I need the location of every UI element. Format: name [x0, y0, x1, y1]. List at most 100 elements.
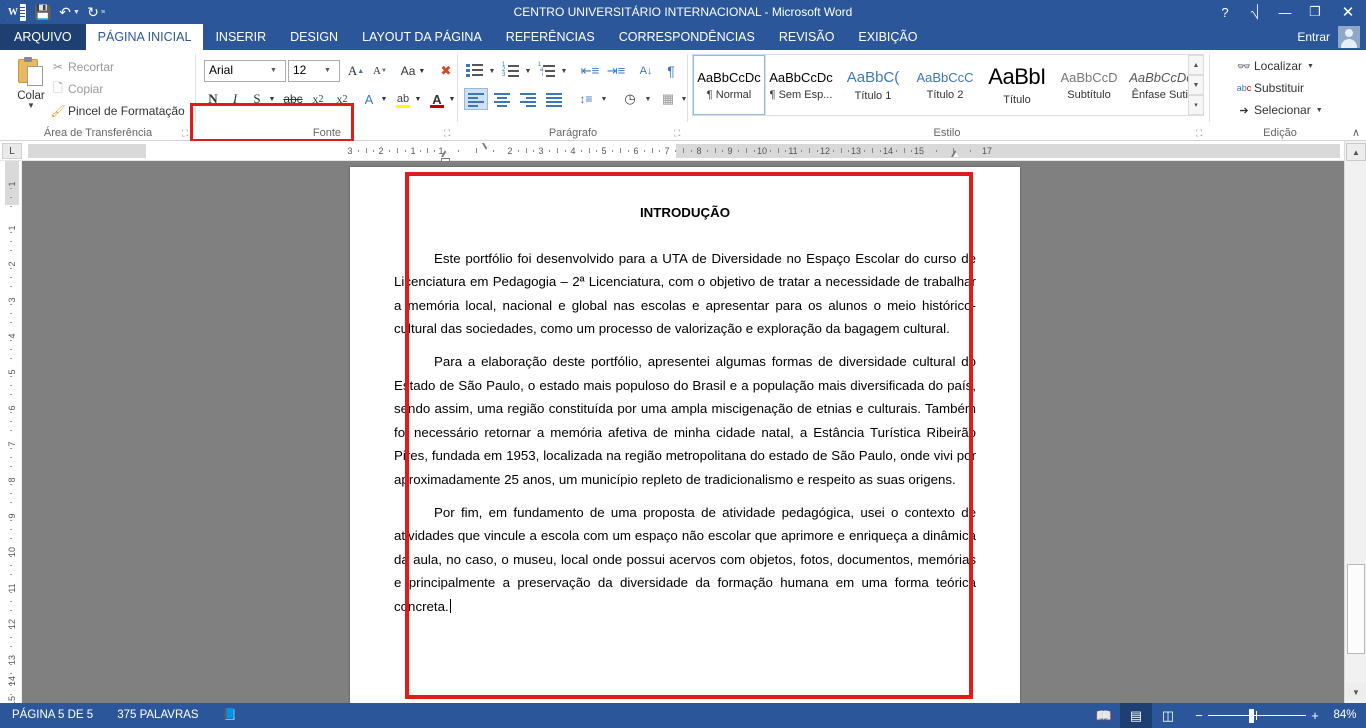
paragraph-dialog-launcher-icon[interactable]: ⛶ — [674, 128, 684, 138]
zoom-in-button[interactable]: + — [1306, 708, 1324, 723]
tab-pagina-inicial[interactable]: PÁGINA INICIAL — [85, 24, 204, 50]
tab-layout-da-pagina[interactable]: LAYOUT DA PÁGINA — [350, 24, 494, 50]
line-spacing-icon[interactable]: ↕≡ — [574, 88, 598, 110]
grow-font-icon[interactable]: A ▲ — [344, 60, 368, 82]
tab-exibicao[interactable]: EXIBIÇÃO — [846, 24, 929, 50]
bullets-icon[interactable] — [464, 60, 486, 82]
underline-icon[interactable]: S — [246, 88, 268, 110]
word-count[interactable]: 375 PALAVRAS — [105, 703, 210, 728]
tab-referencias[interactable]: REFERÊNCIAS — [494, 24, 607, 50]
show-formatting-marks-icon[interactable]: ¶ — [660, 60, 682, 82]
proofing-errors-icon[interactable]: 📘 — [211, 703, 249, 728]
zoom-slider-thumb[interactable] — [1249, 709, 1254, 723]
numbering-dropdown-icon[interactable]: ▼ — [522, 60, 534, 82]
print-layout-icon[interactable]: ▤ — [1120, 703, 1152, 728]
find-button[interactable]: 👓 Localizar ▼ — [1234, 56, 1314, 76]
align-left-icon[interactable] — [464, 88, 488, 110]
shading-icon[interactable]: ◷ — [618, 88, 642, 110]
zoom-percentage[interactable]: 84% — [1324, 703, 1366, 728]
styles-more-icon[interactable]: ▾ — [1188, 95, 1204, 115]
zoom-out-button[interactable]: − — [1190, 708, 1208, 723]
format-painter-button[interactable]: 🖌 Pincel de Formatação — [48, 101, 184, 121]
scroll-down-icon[interactable]: ▼ — [1346, 683, 1366, 701]
zoom-control[interactable]: − + 84% — [1190, 703, 1366, 728]
avatar[interactable] — [1338, 26, 1360, 48]
web-layout-icon[interactable]: ◫ — [1152, 703, 1184, 728]
replace-button[interactable]: abc Substituir — [1234, 78, 1304, 98]
align-center-icon[interactable] — [490, 88, 514, 110]
first-line-indent-marker[interactable] — [482, 143, 491, 150]
multilevel-list-dropdown-icon[interactable]: ▼ — [558, 60, 570, 82]
style-item-sem-espacamento[interactable]: AaBbCcDc ¶ Sem Esp... — [765, 55, 837, 115]
horizontal-ruler-strip[interactable]: 3 2 1 1 2 3 4 5 6 7 8 9 10 11 12 13 14 15 17 — [28, 144, 1340, 158]
change-case-icon[interactable]: Aa ▼ — [396, 60, 430, 82]
text-effects-icon[interactable]: A — [358, 88, 380, 110]
bold-icon[interactable]: N — [202, 88, 224, 110]
tab-revisao[interactable]: REVISÃO — [767, 24, 847, 50]
paste-dropdown-icon[interactable]: ▼ — [27, 102, 35, 110]
document-page[interactable]: INTRODUÇÃO Este portfólio foi desenvolvi… — [350, 167, 1020, 703]
close-icon[interactable]: ✕ — [1330, 0, 1366, 24]
sign-in-link[interactable]: Entrar — [1297, 30, 1330, 44]
read-mode-icon[interactable]: 📖 — [1088, 703, 1120, 728]
zoom-slider[interactable] — [1208, 703, 1306, 728]
text-effects-dropdown-icon[interactable]: ▼ — [378, 88, 390, 110]
underline-dropdown-icon[interactable]: ▼ — [266, 88, 278, 110]
numbering-icon[interactable]: 123 — [500, 60, 522, 82]
vertical-scrollbar[interactable]: ▲ ▼ — [1344, 141, 1366, 703]
page-indicator[interactable]: PÁGINA 5 DE 5 — [0, 703, 105, 728]
font-color-icon[interactable]: A — [426, 88, 448, 110]
bullets-dropdown-icon[interactable]: ▼ — [486, 60, 498, 82]
tab-stop-selector[interactable]: L — [2, 143, 22, 159]
right-indent-marker[interactable] — [951, 150, 960, 157]
document-canvas[interactable]: INTRODUÇÃO Este portfólio foi desenvolvi… — [22, 161, 1344, 703]
styles-dialog-launcher-icon[interactable]: ⛶ — [1196, 128, 1206, 138]
line-spacing-dropdown-icon[interactable]: ▼ — [598, 88, 610, 110]
tab-inserir[interactable]: INSERIR — [203, 24, 278, 50]
align-right-icon[interactable] — [516, 88, 540, 110]
increase-indent-icon[interactable]: ⇥≡ — [604, 60, 628, 82]
borders-icon[interactable]: ▦ — [656, 88, 680, 110]
scrollbar-thumb[interactable] — [1347, 564, 1365, 654]
text-highlight-icon[interactable]: ab — [392, 88, 414, 110]
style-item-enfase-sutil[interactable]: AaBbCcDc Ênfase Sutil — [1125, 55, 1197, 115]
strikethrough-icon[interactable]: abc — [280, 88, 306, 110]
style-item-titulo[interactable]: AaBbI Título — [981, 55, 1053, 115]
tab-design[interactable]: DESIGN — [278, 24, 350, 50]
select-button[interactable]: ➔ Selecionar ▼ — [1234, 100, 1323, 120]
style-item-normal[interactable]: AaBbCcDc ¶ Normal — [692, 54, 766, 116]
document-body[interactable]: INTRODUÇÃO Este portfólio foi desenvolvi… — [394, 201, 976, 628]
find-dropdown-icon[interactable]: ▼ — [1307, 63, 1314, 70]
superscript-icon[interactable]: x2 — [330, 88, 354, 110]
shading-dropdown-icon[interactable]: ▼ — [642, 88, 654, 110]
collapse-ribbon-icon[interactable]: ∧ — [1352, 126, 1360, 139]
tab-arquivo[interactable]: ARQUIVO — [0, 24, 86, 50]
scroll-up-icon[interactable]: ▲ — [1346, 143, 1366, 161]
italic-icon[interactable]: I — [224, 88, 246, 110]
multilevel-list-icon[interactable]: 1ai — [536, 60, 558, 82]
select-dropdown-icon[interactable]: ▼ — [1316, 107, 1323, 114]
style-item-subtitulo[interactable]: AaBbCcD Subtítulo — [1053, 55, 1125, 115]
text-highlight-dropdown-icon[interactable]: ▼ — [412, 88, 424, 110]
decrease-indent-icon[interactable]: ⇤≡ — [578, 60, 602, 82]
tab-correspondencias[interactable]: CORRESPONDÊNCIAS — [607, 24, 767, 50]
hanging-indent-marker[interactable] — [441, 150, 450, 157]
style-item-titulo-1[interactable]: AaBbC( Título 1 — [837, 55, 909, 115]
styles-scroll-down-icon[interactable]: ▼ — [1188, 75, 1204, 95]
justify-icon[interactable] — [542, 88, 566, 110]
restore-icon[interactable]: ❐ — [1300, 0, 1330, 24]
minimize-icon[interactable]: — — [1270, 0, 1300, 24]
sort-icon[interactable]: A↓ — [634, 60, 658, 82]
copy-button[interactable]: 🗋 Copiar — [48, 79, 103, 99]
style-item-titulo-2[interactable]: AaBbCcC Título 2 — [909, 55, 981, 115]
subscript-icon[interactable]: x2 — [306, 88, 330, 110]
help-icon[interactable]: ? — [1210, 0, 1240, 24]
ribbon-display-options-icon[interactable]: ⎷ — [1240, 0, 1270, 24]
clear-formatting-icon[interactable]: ✖ — [434, 60, 458, 82]
clipboard-dialog-launcher-icon[interactable]: ⛶ — [182, 128, 192, 138]
cut-button[interactable]: ✂ Recortar — [48, 57, 114, 77]
vertical-ruler[interactable]: 1 1 2 3 4 5 6 7 8 9 10 11 12 13 14 15 — [0, 161, 22, 724]
font-dialog-launcher-icon[interactable]: ⛶ — [444, 128, 454, 138]
horizontal-ruler[interactable]: L 3 2 1 1 2 3 4 5 6 7 8 9 10 11 12 13 14 15 17 — [0, 141, 1366, 165]
shrink-font-icon[interactable]: A ▼ — [368, 60, 392, 82]
